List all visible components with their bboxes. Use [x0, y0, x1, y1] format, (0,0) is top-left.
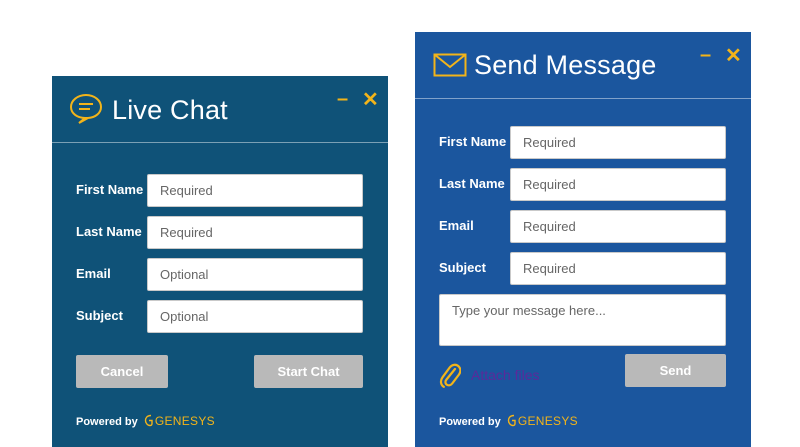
chat-title: Live Chat	[112, 95, 228, 125]
chat-header: Live Chat – ✕	[52, 76, 388, 143]
subject-input[interactable]	[510, 252, 726, 285]
email-input[interactable]	[510, 210, 726, 243]
message-textarea[interactable]	[439, 294, 726, 346]
last-name-input[interactable]	[147, 216, 363, 249]
genesys-brand: GENESYS	[517, 414, 578, 428]
last-name-label: Last Name	[76, 224, 142, 239]
last-name-row: Last Name	[52, 216, 388, 249]
last-name-input[interactable]	[510, 168, 726, 201]
chat-bubble-icon	[69, 93, 103, 130]
email-row: Email	[415, 210, 751, 243]
paperclip-icon	[439, 360, 462, 393]
genesys-logo-icon	[144, 414, 153, 430]
last-name-label: Last Name	[439, 176, 505, 191]
powered-by: Powered by GENESYS	[439, 414, 578, 430]
first-name-input[interactable]	[147, 174, 363, 207]
send-message-widget: Send Message – ✕ First Name Last Name Em…	[415, 32, 751, 447]
subject-input[interactable]	[147, 300, 363, 333]
powered-by: Powered by GENESYS	[76, 414, 215, 430]
first-name-row: First Name	[52, 174, 388, 207]
subject-row: Subject	[415, 252, 751, 285]
subject-label: Subject	[76, 308, 123, 323]
email-label: Email	[76, 266, 111, 281]
cancel-button[interactable]: Cancel	[76, 355, 168, 388]
close-button[interactable]: ✕	[725, 46, 742, 66]
powered-by-label: Powered by	[76, 416, 138, 428]
subject-row: Subject	[52, 300, 388, 333]
genesys-logo-icon	[507, 414, 516, 430]
envelope-icon	[433, 53, 467, 82]
genesys-brand: GENESYS	[154, 414, 215, 428]
first-name-row: First Name	[415, 126, 751, 159]
minimize-button[interactable]: –	[700, 45, 711, 65]
email-label: Email	[439, 218, 474, 233]
live-chat-widget: Live Chat – ✕ First Name Last Name Email…	[52, 76, 388, 447]
first-name-label: First Name	[76, 182, 144, 197]
email-input[interactable]	[147, 258, 363, 291]
message-header: Send Message – ✕	[415, 32, 751, 99]
close-button[interactable]: ✕	[362, 90, 379, 110]
powered-by-label: Powered by	[439, 416, 501, 428]
first-name-label: First Name	[439, 134, 507, 149]
send-button[interactable]: Send	[625, 354, 726, 387]
subject-label: Subject	[439, 260, 486, 275]
start-chat-button[interactable]: Start Chat	[254, 355, 363, 388]
email-row: Email	[52, 258, 388, 291]
attach-files-label: Attach files	[471, 367, 540, 383]
last-name-row: Last Name	[415, 168, 751, 201]
message-title: Send Message	[474, 50, 657, 80]
first-name-input[interactable]	[510, 126, 726, 159]
minimize-button[interactable]: –	[337, 89, 348, 109]
